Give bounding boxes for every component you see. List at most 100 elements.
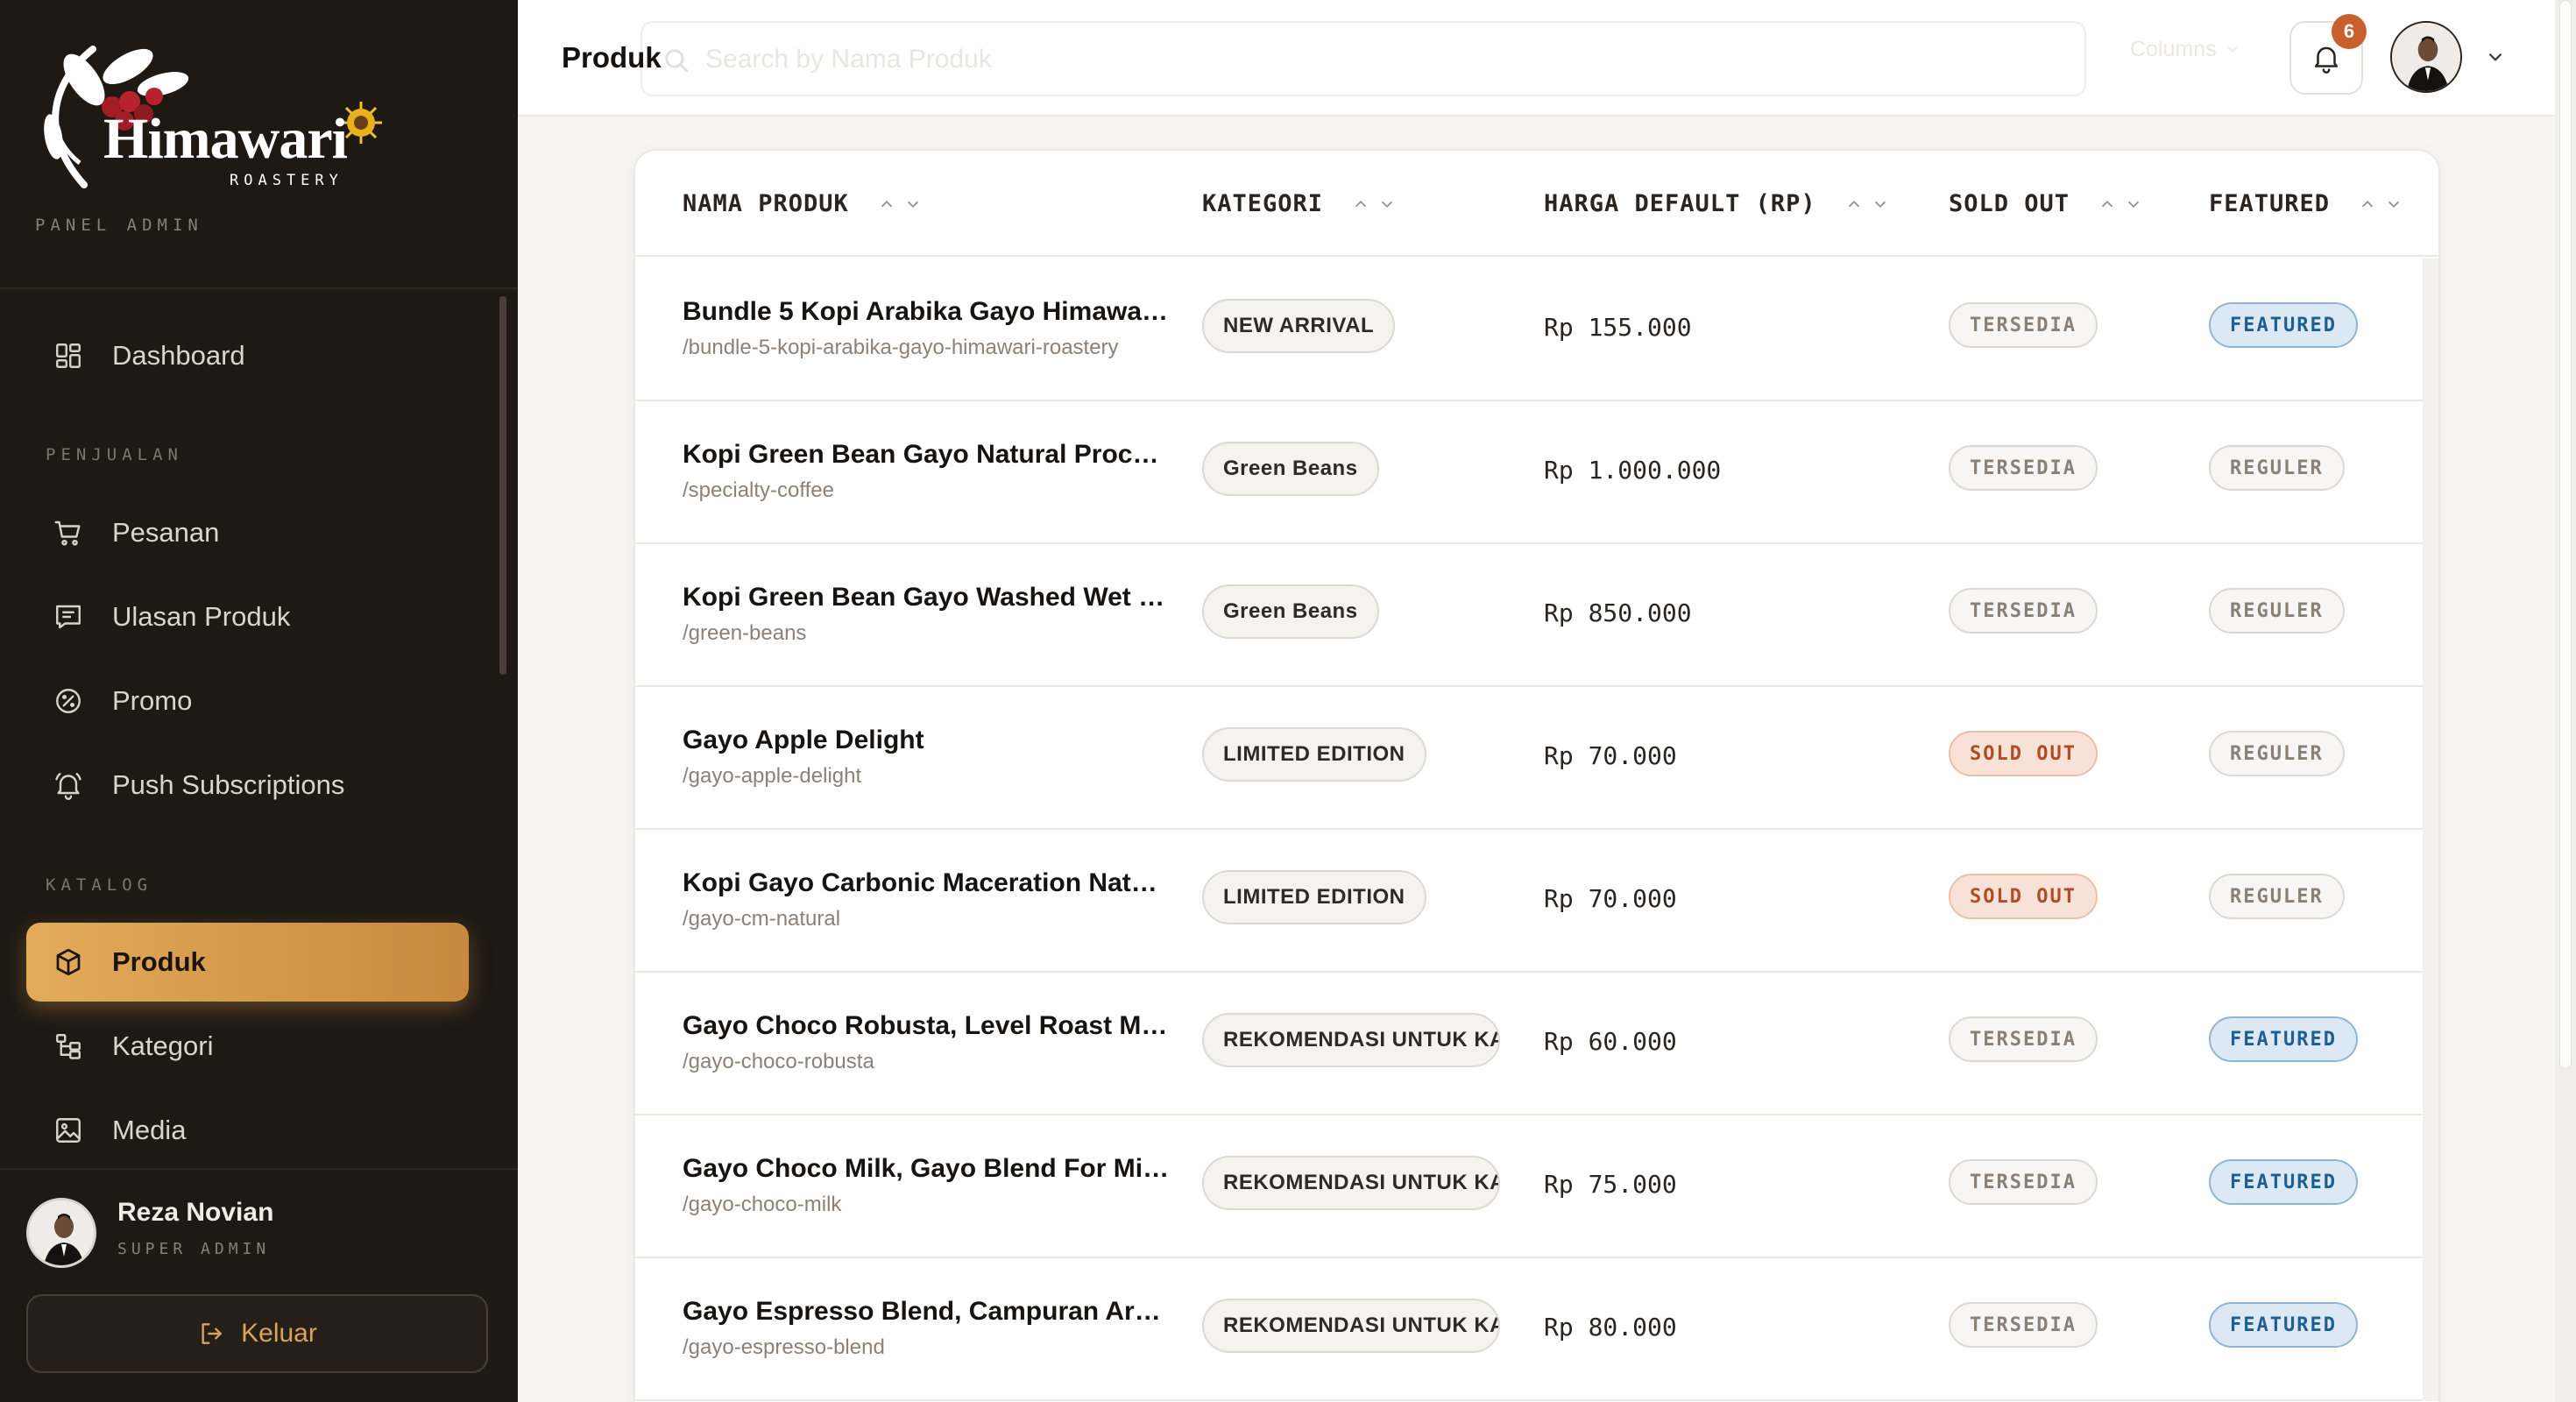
sort-asc-icon[interactable] [2358, 195, 2377, 214]
box-icon [56, 948, 81, 976]
table-row[interactable]: Bundle 5 Kopi Arabika Gayo Himawari Roas… [635, 258, 2423, 401]
stock-status-badge[interactable]: SOLD OUT [1949, 731, 2098, 776]
columns-label: Columns [2130, 36, 2217, 61]
category-chip: LIMITED EDITION [1202, 870, 1426, 924]
sort-asc-icon[interactable] [1351, 195, 1370, 214]
featured-badge[interactable]: FEATURED [2209, 1302, 2358, 1348]
table-row[interactable]: Gayo Choco Robusta, Level Roast Medium D… [635, 973, 2423, 1115]
table-row[interactable]: Gayo Choco Milk, Gayo Blend For Milk Bas… [635, 1115, 2423, 1258]
table-row[interactable]: Gayo Espresso Blend, Campuran Arabika Ro… [635, 1258, 2423, 1401]
featured-badge[interactable]: FEATURED [2209, 1016, 2358, 1062]
page-scrollbar-thumb[interactable] [2559, 0, 2572, 1069]
sidebar-item-promo[interactable]: Promo [26, 662, 469, 740]
column-header-nama-produk[interactable]: NAMA PRODUK [683, 151, 923, 257]
price-value: Rp 70.000 [1544, 741, 1677, 770]
product-title[interactable]: Bundle 5 Kopi Arabika Gayo Himawari Roas… [683, 297, 1173, 327]
sort-desc-icon[interactable] [903, 195, 923, 214]
table-row[interactable]: Gayo Apple Delight /gayo-apple-delight L… [635, 687, 2423, 830]
featured-badge[interactable]: REGULER [2209, 731, 2345, 776]
sidebar-item-produk[interactable]: Produk [26, 923, 469, 1002]
sidebar-item-label: Push Subscriptions [112, 769, 345, 800]
sidebar-divider [0, 1168, 518, 1170]
featured-badge[interactable]: REGULER [2209, 445, 2345, 491]
section-label-katalog: KATALOG [46, 875, 153, 895]
featured-badge[interactable]: REGULER [2209, 874, 2345, 919]
category-chip: REKOMENDASI UNTUK KAMU [1202, 1299, 1500, 1353]
brand-subtitle: ROASTERY [230, 172, 343, 189]
row-scrollbar [2423, 1258, 2438, 1401]
price-value: Rp 70.000 [1544, 884, 1677, 913]
header-avatar[interactable] [2390, 21, 2462, 93]
brand-name: Himawari [103, 107, 348, 171]
sort-desc-icon[interactable] [1871, 195, 1890, 214]
product-slug: /gayo-apple-delight [683, 764, 862, 788]
stock-status-badge[interactable]: TERSEDIA [1949, 1016, 2098, 1062]
products-table: NAMA PRODUK KATEGORI HARGA DEFAULT (RP) … [633, 149, 2440, 1402]
column-header-sold-out[interactable]: SOLD OUT [1949, 151, 2143, 257]
column-label: HARGA DEFAULT (RP) [1544, 190, 1816, 217]
price-value: Rp 80.000 [1544, 1313, 1677, 1342]
table-row[interactable]: Kopi Green Bean Gayo Natural Process /sp… [635, 401, 2423, 544]
user-profile[interactable]: Reza Novian SUPER ADMIN [26, 1196, 499, 1275]
product-title[interactable]: Kopi Gayo Carbonic Maceration Natural [683, 868, 1173, 898]
brand-logo[interactable]: Himawari ROASTERY [26, 26, 394, 202]
featured-badge[interactable]: REGULER [2209, 588, 2345, 634]
sort-asc-icon[interactable] [1844, 195, 1864, 214]
sort-asc-icon[interactable] [877, 195, 896, 214]
review-icon [56, 605, 81, 629]
stock-status-badge[interactable]: TERSEDIA [1949, 588, 2098, 634]
sort-desc-icon[interactable] [2124, 195, 2143, 214]
category-chip: NEW ARRIVAL [1202, 299, 1396, 353]
product-slug: /green-beans [683, 621, 807, 645]
sidebar-item-push-subscriptions[interactable]: Push Subscriptions [26, 746, 469, 825]
featured-badge[interactable]: FEATURED [2209, 302, 2358, 348]
product-title[interactable]: Gayo Choco Robusta, Level Roast Medium D… [683, 1011, 1173, 1041]
sort-controls[interactable] [877, 195, 923, 214]
promo-badge-icon [56, 689, 81, 713]
stock-status-badge[interactable]: TERSEDIA [1949, 1159, 2098, 1205]
sidebar-item-pesanan[interactable]: Pesanan [26, 493, 469, 572]
category-chip: Green Beans [1202, 442, 1379, 496]
column-header-featured[interactable]: FEATURED [2209, 151, 2403, 257]
sidebar-item-dashboard[interactable]: Dashboard [26, 316, 469, 395]
row-scrollbar [2423, 1115, 2438, 1258]
product-slug: /gayo-cm-natural [683, 907, 841, 931]
sort-desc-icon[interactable] [2384, 195, 2403, 214]
stock-status-badge[interactable]: TERSEDIA [1949, 1302, 2098, 1348]
sort-controls[interactable] [2358, 195, 2403, 214]
logout-button[interactable]: Keluar [26, 1294, 488, 1373]
columns-button[interactable]: Columns [2130, 32, 2241, 67]
column-header-harga[interactable]: HARGA DEFAULT (RP) [1544, 151, 1890, 257]
chevron-down-icon[interactable] [2484, 46, 2507, 68]
product-title[interactable]: Kopi Green Bean Gayo Washed Wet Hulled [683, 583, 1173, 612]
product-title[interactable]: Kopi Green Bean Gayo Natural Process [683, 440, 1173, 470]
sidebar-item-media[interactable]: Media [26, 1091, 469, 1170]
stock-status-badge[interactable]: SOLD OUT [1949, 874, 2098, 919]
stock-status-badge[interactable]: TERSEDIA [1949, 302, 2098, 348]
sort-controls[interactable] [2098, 195, 2143, 214]
featured-badge[interactable]: FEATURED [2209, 1159, 2358, 1205]
sidebar-scrollbar[interactable] [499, 296, 506, 675]
product-name-cell: Gayo Choco Milk, Gayo Blend For Milk Bas… [683, 1154, 1173, 1217]
sidebar-item-kategori[interactable]: Kategori [26, 1007, 469, 1086]
table-row[interactable]: Kopi Gayo Carbonic Maceration Natural /g… [635, 830, 2423, 973]
stock-status-badge[interactable]: TERSEDIA [1949, 445, 2098, 491]
table-row[interactable]: Kopi Green Bean Gayo Washed Wet Hulled /… [635, 544, 2423, 687]
sidebar-item-label: Pesanan [112, 517, 220, 548]
category-chip: Green Beans [1202, 584, 1379, 639]
product-title[interactable]: Gayo Choco Milk, Gayo Blend For Milk Bas… [683, 1154, 1173, 1184]
search-bar[interactable] [640, 21, 2086, 96]
product-name-cell: Gayo Espresso Blend, Campuran Arabika Ro… [683, 1297, 1173, 1360]
sort-controls[interactable] [1351, 195, 1397, 214]
column-header-kategori[interactable]: KATEGORI [1202, 151, 1397, 257]
logout-label: Keluar [241, 1319, 317, 1348]
sort-desc-icon[interactable] [1377, 195, 1397, 214]
product-title[interactable]: Gayo Apple Delight [683, 726, 1173, 755]
sort-asc-icon[interactable] [2098, 195, 2117, 214]
search-input[interactable] [705, 40, 1582, 79]
sort-controls[interactable] [1844, 195, 1890, 214]
product-name-cell: Kopi Green Bean Gayo Natural Process /sp… [683, 440, 1173, 503]
product-title[interactable]: Gayo Espresso Blend, Campuran Arabika Ro… [683, 1297, 1173, 1327]
sidebar-item-ulasan-produk[interactable]: Ulasan Produk [26, 577, 469, 656]
product-slug: /bundle-5-kopi-arabika-gayo-himawari-roa… [683, 336, 1119, 359]
